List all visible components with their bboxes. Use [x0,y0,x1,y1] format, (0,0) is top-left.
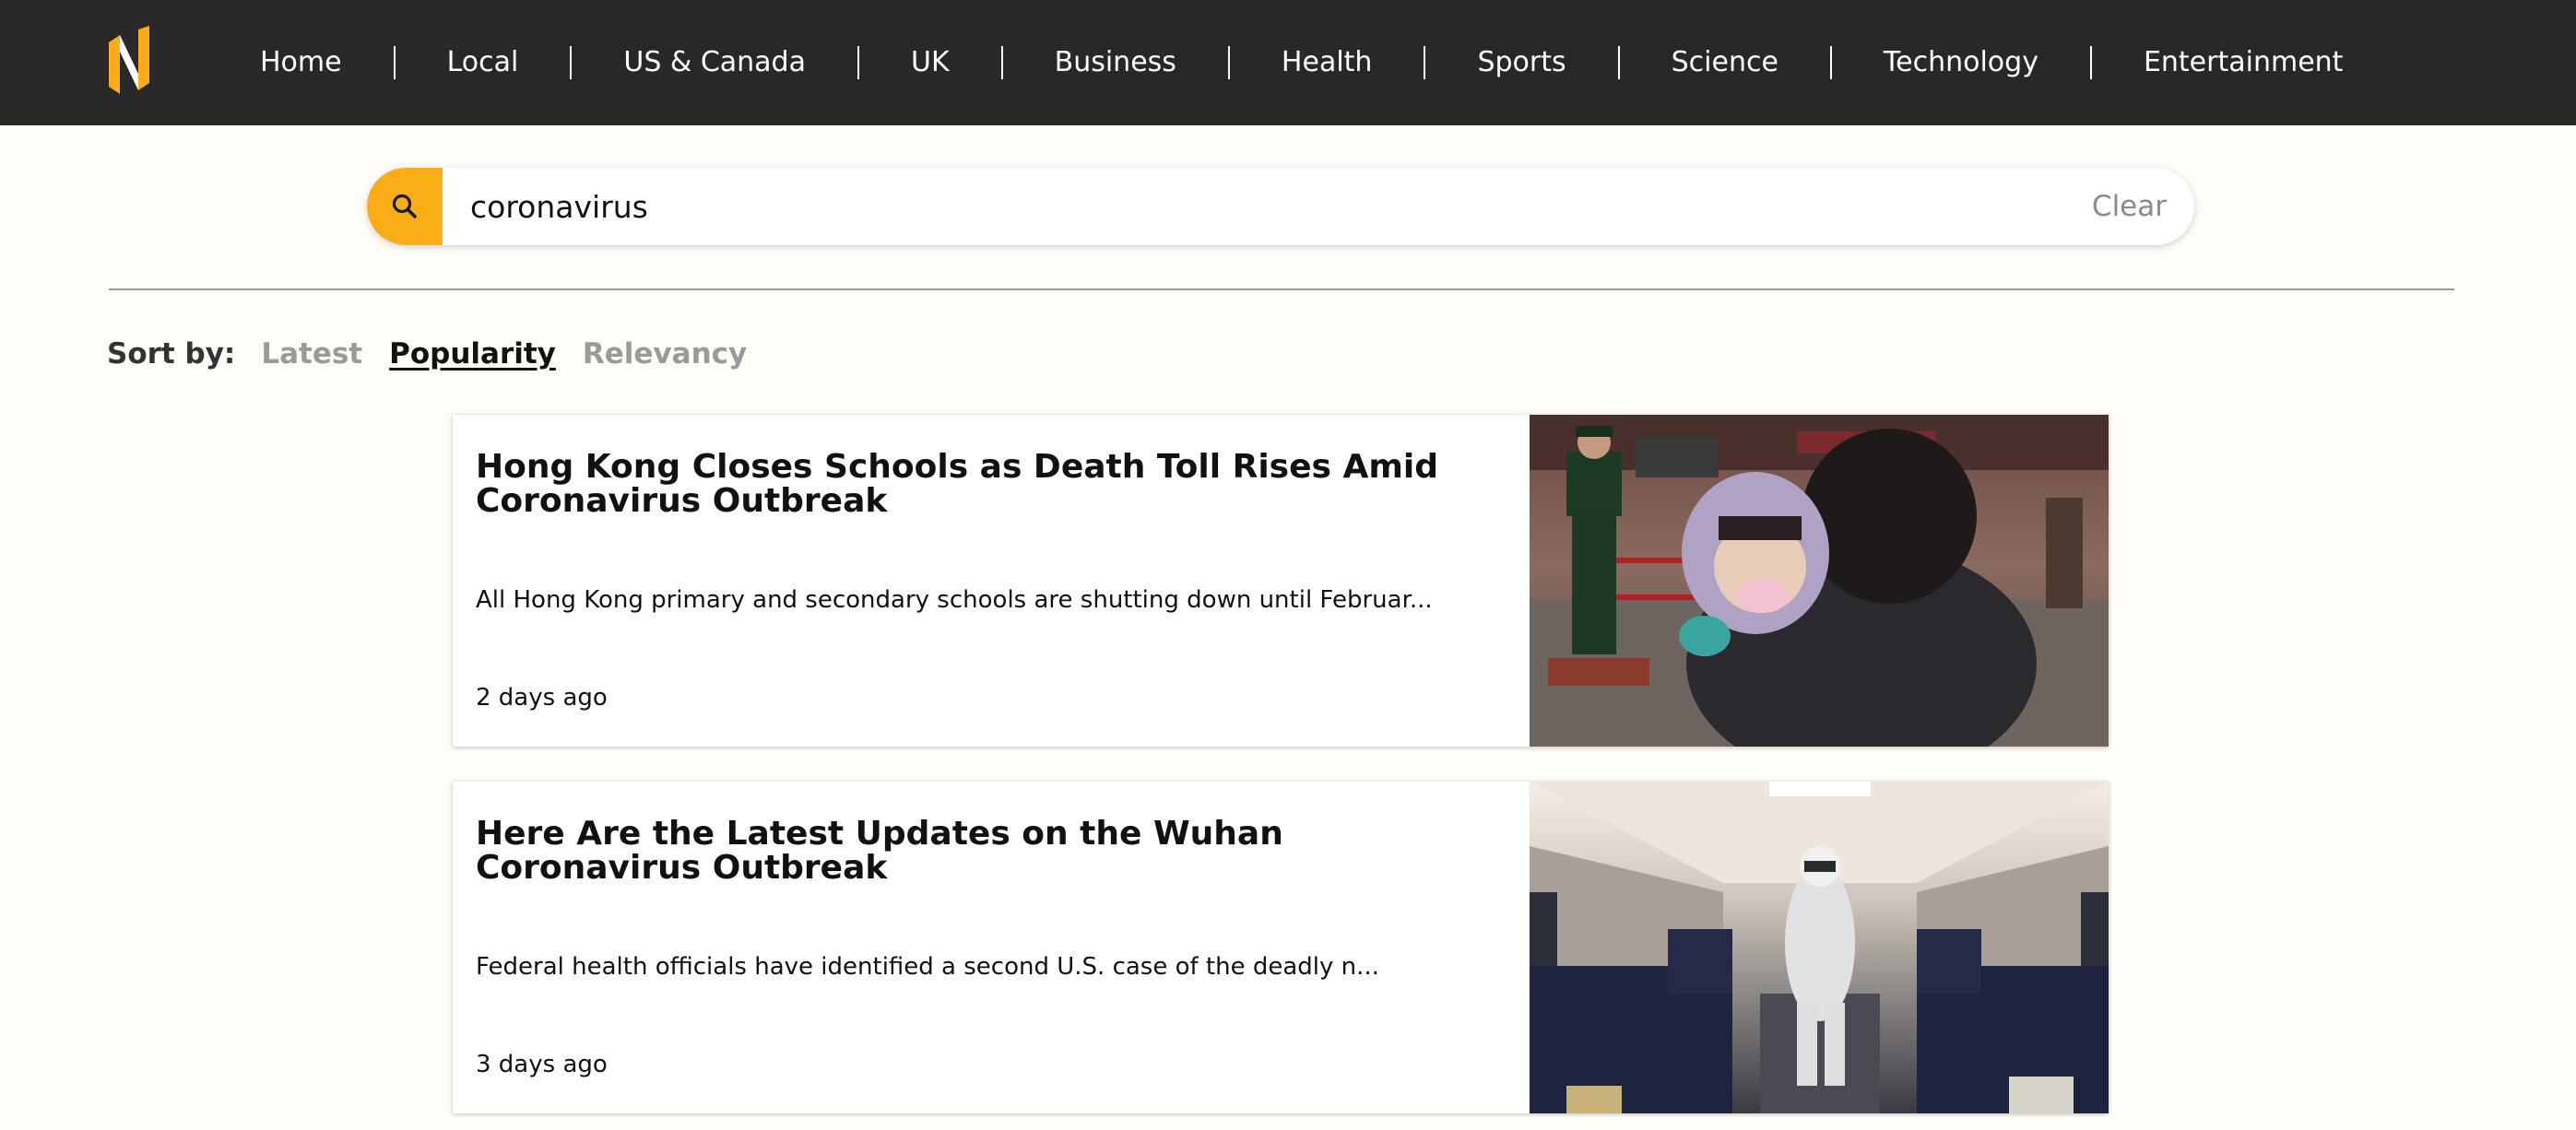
nav-entertainment[interactable]: Entertainment [2092,49,2394,77]
search-bar: Clear [367,168,2194,245]
sort-bar: Sort by: Latest Popularity Relevancy [107,335,774,372]
article-timestamp: 3 days ago [476,1051,608,1078]
article-timestamp: 2 days ago [476,684,608,712]
article-description: Federal health officials have identified… [476,953,1379,981]
top-nav-bar: Home Local US & Canada UK Business Healt… [0,0,2576,125]
nav-business[interactable]: Business [1003,49,1228,77]
article-image[interactable] [1530,782,2109,1113]
nav-local[interactable]: Local [396,49,571,77]
search-button[interactable] [367,168,443,245]
sort-popularity[interactable]: Popularity [389,337,556,371]
nav-home[interactable]: Home [208,49,394,77]
clear-search-button[interactable]: Clear [2092,168,2167,245]
search-input[interactable] [470,168,1945,245]
article-card[interactable]: Here Are the Latest Updates on the Wuhan… [453,782,2109,1113]
nav-science[interactable]: Science [1620,49,1830,77]
sort-label: Sort by: [107,337,236,371]
nav-health[interactable]: Health [1230,49,1424,77]
article-title[interactable]: Here Are the Latest Updates on the Wuhan… [476,817,1490,885]
sort-relevancy[interactable]: Relevancy [583,337,747,371]
main-nav: Home Local US & Canada UK Business Healt… [208,0,2394,125]
article-title[interactable]: Hong Kong Closes Schools as Death Toll R… [476,450,1490,518]
sort-latest[interactable]: Latest [261,337,362,371]
article-image[interactable] [1530,415,2109,747]
nav-us-canada[interactable]: US & Canada [572,49,857,77]
site-logo[interactable] [107,26,151,98]
search-icon [392,194,417,218]
article-card[interactable]: Hong Kong Closes Schools as Death Toll R… [453,415,2109,747]
nav-sports[interactable]: Sports [1425,49,1617,77]
article-description: All Hong Kong primary and secondary scho… [476,586,1433,614]
divider [109,288,2454,290]
nav-uk[interactable]: UK [859,49,1001,77]
nav-technology[interactable]: Technology [1832,49,2090,77]
